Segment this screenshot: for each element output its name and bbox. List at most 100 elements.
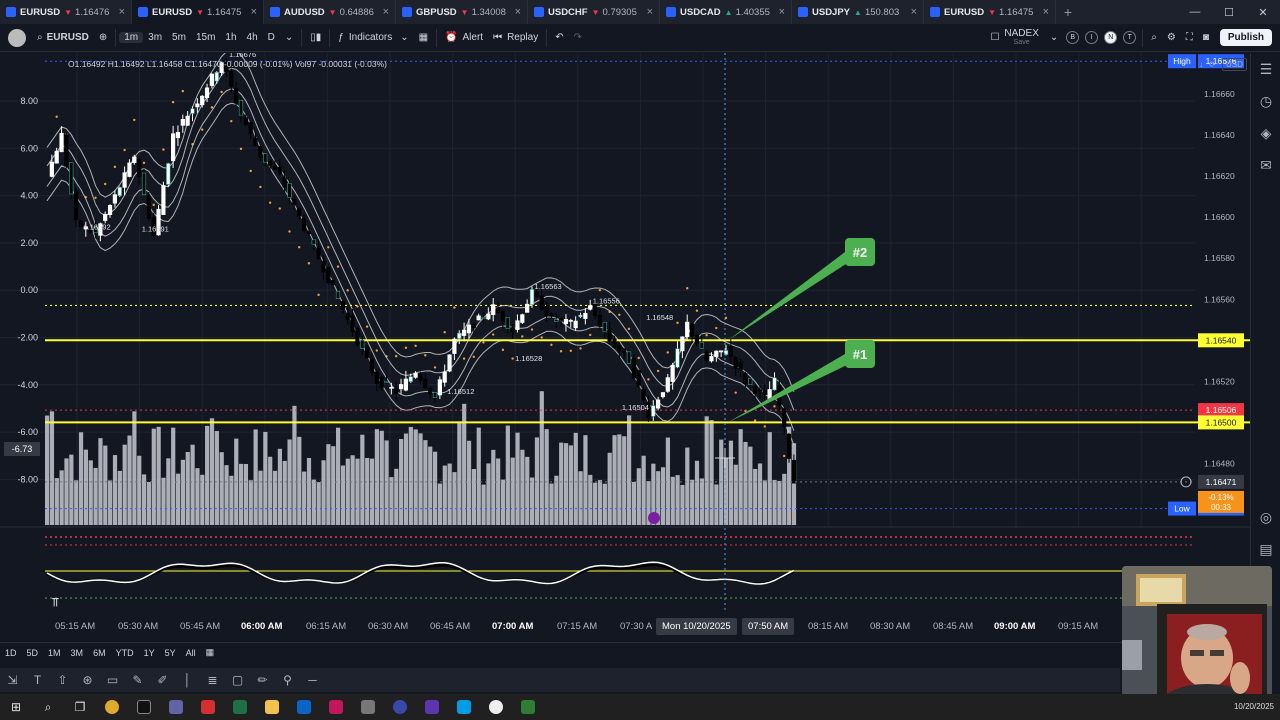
toggle-b[interactable]: B (1066, 31, 1080, 44)
range-1d[interactable]: 1D (0, 648, 22, 658)
magnet-icon[interactable]: ⊛ (75, 673, 100, 687)
browser-tab-eurusd[interactable]: EURUSD ▼ 1.16475 × (924, 0, 1056, 24)
outlook-icon[interactable] (288, 700, 320, 715)
replay-button[interactable]: ⏮ Replay (488, 28, 543, 48)
range-5d[interactable]: 5D (22, 648, 44, 658)
tab-close-icon[interactable]: × (1043, 6, 1049, 18)
cursor-icon[interactable]: ⇲ (0, 673, 25, 687)
range-1y[interactable]: 1Y (139, 648, 160, 658)
calendar-icon[interactable]: ▦ (201, 647, 220, 658)
watchlist-icon[interactable]: ☰ (1251, 53, 1280, 85)
search-icon[interactable]: ⌕ (32, 700, 64, 715)
candle-type-icon[interactable]: ▯▮ (305, 28, 326, 48)
settings-icon[interactable]: ⚙ (1162, 28, 1181, 48)
obs-icon[interactable] (384, 700, 416, 715)
phone-icon[interactable] (512, 700, 544, 715)
chevron-down-icon[interactable]: ⌄ (1045, 28, 1063, 48)
arrow-down-icon[interactable]: ↓ (1199, 60, 1203, 69)
undo-icon[interactable]: ↶ (550, 28, 568, 48)
tab-close-icon[interactable]: × (911, 6, 917, 18)
timeframe-15m[interactable]: 15m (191, 32, 220, 43)
currency-selector[interactable]: USD (1222, 57, 1247, 71)
vertical-line-icon[interactable]: │ (175, 673, 200, 687)
range-5y[interactable]: 5Y (160, 648, 181, 658)
range-all[interactable]: All (181, 648, 201, 658)
layers-icon[interactable]: ◈ (1251, 117, 1280, 149)
indicators-button[interactable]: ƒ Indicators ⌄ (333, 28, 413, 48)
tab-close-icon[interactable]: × (647, 6, 653, 18)
maximize-icon[interactable]: ☐ (1212, 6, 1246, 19)
app3-icon[interactable] (448, 700, 480, 715)
target-icon[interactable]: ◎ (1251, 501, 1280, 533)
tab-close-icon[interactable]: × (119, 6, 125, 18)
close-icon[interactable]: ✕ (1246, 6, 1280, 19)
search-icon[interactable]: ⌕ (1146, 28, 1162, 48)
toggle-i[interactable]: I (1085, 31, 1099, 44)
tradingview-icon[interactable] (128, 700, 160, 715)
range-6m[interactable]: 6M (88, 648, 111, 658)
toggle-t[interactable]: T (1123, 31, 1137, 44)
tab-close-icon[interactable]: × (779, 6, 785, 18)
arrow-up-icon[interactable]: ⇧ (50, 673, 75, 687)
app-icon[interactable] (320, 700, 352, 715)
time-axis[interactable]: 09:15 AM 09:00 AM 08:45 AM 08:30 AM 08:15 AM… (0, 615, 1250, 637)
excel-icon[interactable] (224, 700, 256, 715)
timeframe-4h[interactable]: 4h (242, 32, 263, 43)
chrome2-icon[interactable] (480, 700, 512, 715)
windows-start-icon[interactable]: ⊞ (0, 700, 32, 714)
chrome-icon[interactable] (96, 700, 128, 715)
browser-tab-usdchf[interactable]: USDCHF ▼ 0.79305 × (528, 0, 660, 24)
calendar-icon[interactable]: ▤ (1251, 533, 1280, 565)
redo-icon[interactable]: ↷ (569, 28, 587, 48)
pen-icon[interactable]: ✐ (150, 673, 175, 687)
camera-app-icon[interactable] (352, 700, 384, 715)
symbol-search[interactable]: ⌕ EURUSD (32, 28, 94, 48)
tab-close-icon[interactable]: × (251, 6, 257, 18)
browser-tab-eurusd[interactable]: EURUSD ▼ 1.16476 × (0, 0, 132, 24)
fullscreen-icon[interactable]: ⛶ (1181, 28, 1198, 48)
browser-tab-audusd[interactable]: AUDUSD ▼ 0.64886 × (264, 0, 396, 24)
brush-icon[interactable]: ✎ (125, 673, 150, 687)
chevron-down-icon[interactable]: ⌄ (280, 28, 298, 48)
range-3m[interactable]: 3M (66, 648, 89, 658)
timeframe-1h[interactable]: 1h (220, 32, 241, 43)
broker-selector[interactable]: NADEX Save (1004, 28, 1038, 47)
teams-icon[interactable] (160, 700, 192, 715)
new-tab-button[interactable]: + (1056, 4, 1080, 20)
camera-icon[interactable]: ◙ (1198, 28, 1214, 48)
task-view-icon[interactable]: ❐ (64, 700, 96, 714)
window-toggle-icon[interactable]: ☐ (985, 28, 1004, 48)
acrobat-icon[interactable] (192, 700, 224, 715)
chat-icon[interactable]: ✉ (1251, 149, 1280, 181)
fib-icon[interactable]: ≣ (200, 673, 225, 687)
layouts-icon[interactable]: ▦ (414, 28, 433, 48)
compare-icon[interactable]: ⊕ (94, 28, 112, 48)
browser-tab-usdjpy[interactable]: USDJPY ▲ 150.803 × (792, 0, 924, 24)
minimize-icon[interactable]: — (1178, 6, 1212, 18)
pencil-icon[interactable]: ✏ (250, 673, 275, 687)
refresh-icon[interactable]: ⟳ (1209, 60, 1216, 69)
range-ytd[interactable]: YTD (111, 648, 139, 658)
browser-tab-usdcad[interactable]: USDCAD ▲ 1.40355 × (660, 0, 792, 24)
tab-close-icon[interactable]: × (515, 6, 521, 18)
app2-icon[interactable] (416, 700, 448, 715)
timeframe-5m[interactable]: 5m (167, 32, 191, 43)
link-icon[interactable]: ⚲ (275, 673, 300, 687)
clock-icon[interactable]: ◷ (1251, 85, 1280, 117)
timeframe-D[interactable]: D (263, 32, 280, 43)
alert-button[interactable]: ⏰ Alert (440, 28, 488, 48)
timeframe-1m[interactable]: 1m (119, 32, 144, 43)
avatar[interactable] (8, 28, 26, 47)
rectangle-icon[interactable]: ▢ (225, 673, 250, 687)
browser-tab-gbpusd[interactable]: GBPUSD ▼ 1.34008 × (396, 0, 528, 24)
explorer-icon[interactable] (256, 700, 288, 715)
publish-button[interactable]: Publish (1219, 29, 1272, 46)
note-icon[interactable]: ▭ (100, 673, 125, 687)
toggle-n[interactable]: N (1104, 31, 1118, 44)
range-1m[interactable]: 1M (43, 648, 66, 658)
text-tool-icon[interactable]: T (25, 673, 50, 687)
browser-tab-eurusd[interactable]: EURUSD ▼ 1.16475 × (132, 0, 264, 24)
timeframe-3m[interactable]: 3m (143, 32, 167, 43)
tab-close-icon[interactable]: × (383, 6, 389, 18)
price-chart[interactable]: 1.166761.16592 1.165911.165631.165561.165… (0, 53, 1250, 610)
